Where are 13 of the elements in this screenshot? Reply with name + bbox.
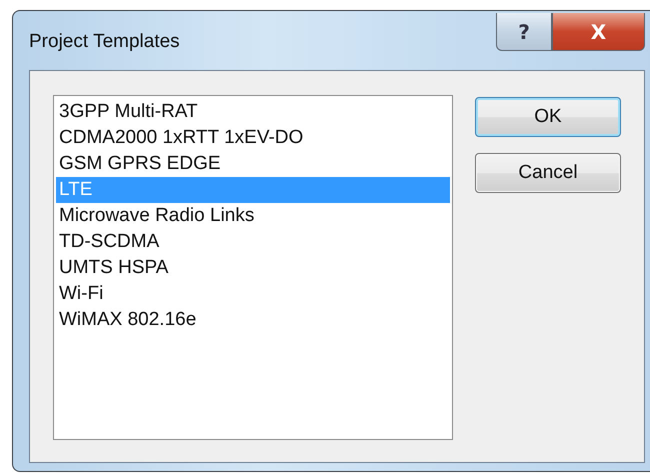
ok-button[interactable]: OK bbox=[475, 97, 621, 137]
list-item[interactable]: UMTS HSPA bbox=[56, 255, 450, 281]
list-item[interactable]: 3GPP Multi-RAT bbox=[56, 99, 450, 125]
list-item[interactable]: CDMA2000 1xRTT 1xEV-DO bbox=[56, 125, 450, 151]
list-item[interactable]: TD-SCDMA bbox=[56, 229, 450, 255]
list-item[interactable]: GSM GPRS EDGE bbox=[56, 151, 450, 177]
cancel-button[interactable]: Cancel bbox=[475, 153, 621, 193]
list-item[interactable]: Wi-Fi bbox=[56, 281, 450, 307]
list-item[interactable]: WiMAX 802.16e bbox=[56, 307, 450, 333]
help-button[interactable]: ? bbox=[496, 13, 552, 51]
close-button[interactable]: X bbox=[552, 13, 645, 51]
list-item[interactable]: Microwave Radio Links bbox=[56, 203, 450, 229]
window-title: Project Templates bbox=[29, 31, 180, 53]
